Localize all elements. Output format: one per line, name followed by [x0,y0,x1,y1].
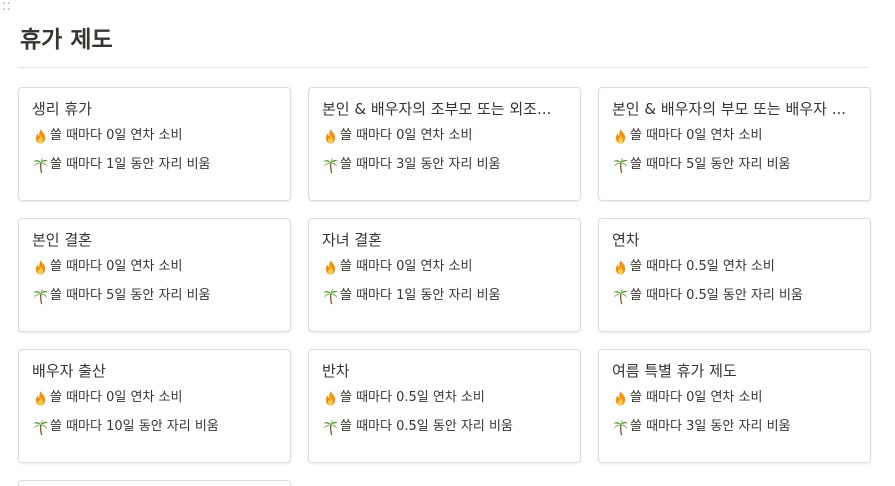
card-property-consumption-text: 쓸 때마다 0일 연차 소비 [340,259,473,274]
card-property-consumption: 쓸 때마다 0일 연차 소비 [32,258,278,276]
card-property-consumption-text: 쓸 때마다 0일 연차 소비 [50,390,183,405]
card-property-consumption-text: 쓸 때마다 0일 연차 소비 [630,128,763,143]
card-property-away: 쓸 때마다 0.5일 동안 자리 비움 [322,418,568,436]
card-property-consumption: 쓸 때마다 0일 연차 소비 [32,127,278,145]
card-property-consumption: 쓸 때마다 0일 연차 소비 [322,258,568,276]
card-property-away: 쓸 때마다 5일 동안 자리 비움 [612,156,858,174]
page-title: 휴가 제도 [20,27,113,53]
card-property-consumption: 쓸 때마다 0.5일 연차 소비 [612,258,858,276]
card-title: 본인 & 배우자의 부모 또는 배우자 ... [612,100,847,118]
card-property-away: 쓸 때마다 0.5일 동안 자리 비움 [612,287,858,305]
card-property-consumption: 쓸 때마다 0.5일 연차 소비 [322,389,568,407]
gallery-card[interactable]: 여름 특별 휴가 제도 쓸 때마다 0일 연차 소비 쓸 때마다 3일 동안 자… [598,349,871,463]
card-property-consumption-text: 쓸 때마다 0일 연차 소비 [630,390,763,405]
card-title: 자녀 결혼 [322,231,382,249]
title-divider [18,67,869,68]
card-title: 본인 & 배우자의 조부모 또는 외조... [322,100,552,118]
card-property-away-text: 쓸 때마다 5일 동안 자리 비움 [50,288,211,303]
palm-tree-emoji-icon [33,419,48,435]
card-title: 여름 특별 휴가 제도 [612,362,737,380]
card-property-away-text: 쓸 때마다 0.5일 동안 자리 비움 [630,288,803,303]
card-property-consumption-text: 쓸 때마다 0일 연차 소비 [340,128,473,143]
gallery-card[interactable]: 배우자 출산 쓸 때마다 0일 연차 소비 쓸 때마다 10일 동안 자리 비움 [18,349,291,463]
card-title: 본인 결혼 [32,231,92,249]
card-property-consumption-text: 쓸 때마다 0일 연차 소비 [50,259,183,274]
card-property-away: 쓸 때마다 1일 동안 자리 비움 [322,287,568,305]
palm-tree-emoji-icon [613,157,628,173]
card-property-consumption: 쓸 때마다 0일 연차 소비 [322,127,568,145]
card-property-away-text: 쓸 때마다 1일 동안 자리 비움 [50,157,211,172]
card-property-consumption-text: 쓸 때마다 0.5일 연차 소비 [340,390,485,405]
gallery-card[interactable]: 본인 결혼 쓸 때마다 0일 연차 소비 쓸 때마다 5일 동안 자리 비움 [18,218,291,332]
fire-emoji-icon [35,259,46,275]
card-title: 연차 [612,231,640,249]
gallery-card[interactable]: 자녀 결혼 쓸 때마다 0일 연차 소비 쓸 때마다 1일 동안 자리 비움 [308,218,581,332]
palm-tree-emoji-icon [323,419,338,435]
card-property-away: 쓸 때마다 3일 동안 자리 비움 [322,156,568,174]
card-property-away: 쓸 때마다 5일 동안 자리 비움 [32,287,278,305]
card-property-away-text: 쓸 때마다 5일 동안 자리 비움 [630,157,791,172]
card-property-away-text: 쓸 때마다 3일 동안 자리 비움 [340,157,501,172]
fire-emoji-icon [325,390,336,406]
fire-emoji-icon [615,259,626,275]
gallery-card[interactable]: 본인 & 배우자의 부모 또는 배우자 ... 쓸 때마다 0일 연차 소비 쓸… [598,87,871,201]
palm-tree-emoji-icon [323,288,338,304]
gallery-card[interactable]: 본인 & 배우자의 조부모 또는 외조... 쓸 때마다 0일 연차 소비 쓸 … [308,87,581,201]
fire-emoji-icon [35,128,46,144]
gallery-card[interactable]: 연차 쓸 때마다 0.5일 연차 소비 쓸 때마다 0.5일 동안 자리 비움 [598,218,871,332]
palm-tree-emoji-icon [613,288,628,304]
card-property-consumption: 쓸 때마다 0일 연차 소비 [612,127,858,145]
gallery-grid: 생리 휴가 쓸 때마다 0일 연차 소비 쓸 때마다 1일 동안 자리 비움 본… [18,87,871,463]
gallery-card-partial[interactable] [18,480,291,486]
card-title: 배우자 출산 [32,362,106,380]
card-property-away: 쓸 때마다 10일 동안 자리 비움 [32,418,278,436]
card-property-consumption-text: 쓸 때마다 0.5일 연차 소비 [630,259,775,274]
gallery-card[interactable]: 반차 쓸 때마다 0.5일 연차 소비 쓸 때마다 0.5일 동안 자리 비움 [308,349,581,463]
page-root: ∙∙ ∙∙ 휴가 제도 생리 휴가 쓸 때마다 0일 연차 소비 쓸 때마다 1일… [0,0,895,486]
card-property-away-text: 쓸 때마다 10일 동안 자리 비움 [50,419,219,434]
drag-handle-icon[interactable]: ∙∙ ∙∙ [2,1,12,13]
fire-emoji-icon [615,128,626,144]
card-title: 반차 [322,362,350,380]
card-property-away-text: 쓸 때마다 3일 동안 자리 비움 [630,419,791,434]
card-property-consumption-text: 쓸 때마다 0일 연차 소비 [50,128,183,143]
palm-tree-emoji-icon [613,419,628,435]
card-property-away: 쓸 때마다 1일 동안 자리 비움 [32,156,278,174]
card-property-away-text: 쓸 때마다 0.5일 동안 자리 비움 [340,419,513,434]
fire-emoji-icon [615,390,626,406]
gallery-card[interactable]: 생리 휴가 쓸 때마다 0일 연차 소비 쓸 때마다 1일 동안 자리 비움 [18,87,291,201]
fire-emoji-icon [325,259,336,275]
palm-tree-emoji-icon [323,157,338,173]
card-property-consumption: 쓸 때마다 0일 연차 소비 [612,389,858,407]
card-property-away: 쓸 때마다 3일 동안 자리 비움 [612,418,858,436]
palm-tree-emoji-icon [33,288,48,304]
palm-tree-emoji-icon [33,157,48,173]
card-property-consumption: 쓸 때마다 0일 연차 소비 [32,389,278,407]
fire-emoji-icon [325,128,336,144]
card-property-away-text: 쓸 때마다 1일 동안 자리 비움 [340,288,501,303]
card-title: 생리 휴가 [32,100,92,118]
fire-emoji-icon [35,390,46,406]
